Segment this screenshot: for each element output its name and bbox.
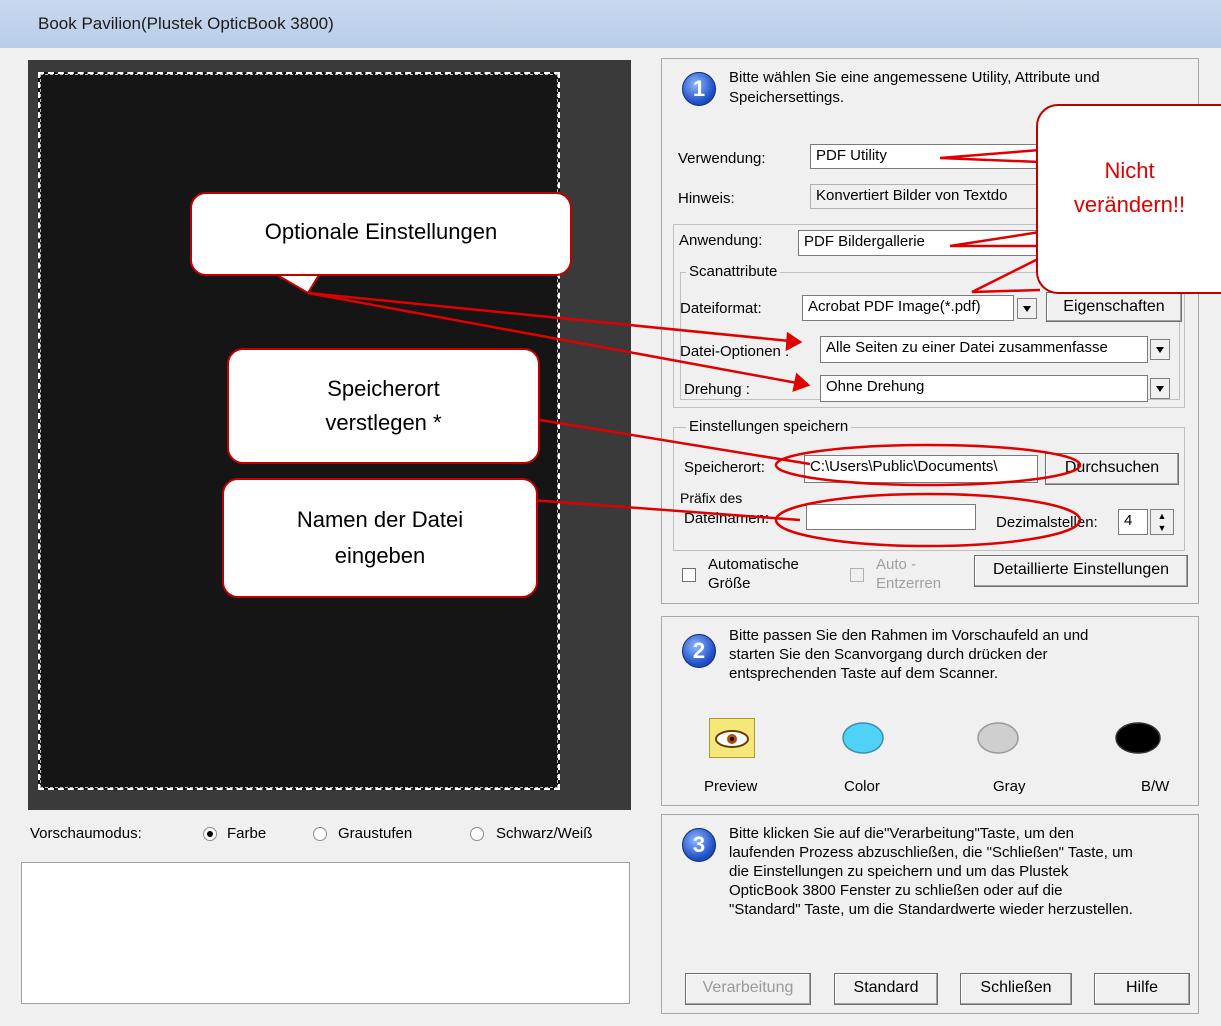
- callout-namen-2: eingeben: [334, 543, 426, 568]
- callout-namen-1: Namen der Datei: [296, 507, 464, 532]
- callout-nicht-2: verändern!!: [1073, 192, 1186, 217]
- callout-speicherort: Speicherort verstlegen *: [227, 348, 540, 464]
- callout-namen: Namen der Datei eingeben: [222, 478, 538, 598]
- callout-nicht-1: Nicht: [1104, 158, 1155, 183]
- callout-speicherort-1: Speicherort: [327, 376, 440, 401]
- callout-optionale: Optionale Einstellungen: [190, 192, 572, 276]
- callout-nicht-veraendern: Nicht verändern!!: [1036, 104, 1221, 294]
- callout-speicherort-2: verstlegen *: [325, 410, 442, 435]
